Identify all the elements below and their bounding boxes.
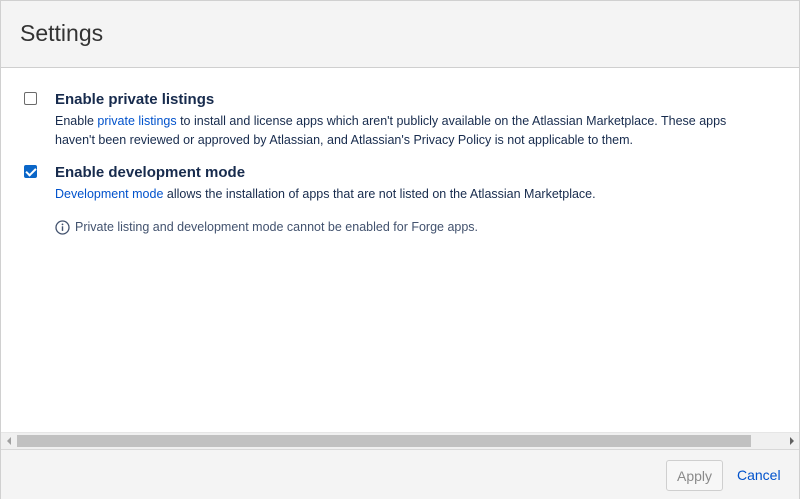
development-mode-link[interactable]: Development mode: [55, 187, 163, 201]
forge-info-note: Private listing and development mode can…: [55, 219, 478, 235]
option-title: Enable development mode: [55, 164, 246, 181]
option-title: Enable private listings: [55, 91, 215, 108]
dialog-footer: Apply Cancel: [1, 449, 799, 499]
scroll-right-arrow-icon[interactable]: [784, 433, 799, 449]
info-text: Private listing and development mode can…: [75, 220, 479, 234]
cancel-button[interactable]: Cancel: [737, 467, 781, 483]
apply-button[interactable]: Apply: [666, 460, 723, 491]
horizontal-scrollbar[interactable]: [1, 432, 799, 449]
scroll-left-arrow-icon[interactable]: [1, 433, 16, 449]
desc-prefix: Enable: [55, 114, 98, 128]
dialog-header: Settings: [1, 1, 799, 68]
dialog-body: Enable private listings Enable private l…: [1, 68, 799, 432]
private-listings-checkbox[interactable]: [24, 92, 37, 105]
option-text: Enable development mode Development mode…: [55, 163, 755, 204]
scrollbar-thumb[interactable]: [17, 435, 751, 447]
desc-suffix: allows the installation of apps that are…: [163, 187, 596, 201]
info-icon: [55, 219, 70, 235]
option-description: Development mode allows the installation…: [55, 185, 755, 204]
private-listings-link[interactable]: private listings: [97, 114, 176, 128]
option-text: Enable private listings Enable private l…: [55, 90, 755, 150]
settings-dialog: Settings Enable private listings Enable …: [0, 0, 800, 499]
dialog-title: Settings: [20, 20, 104, 46]
development-mode-checkbox[interactable]: [24, 165, 37, 178]
option-description: Enable private listings to install and l…: [55, 112, 755, 150]
